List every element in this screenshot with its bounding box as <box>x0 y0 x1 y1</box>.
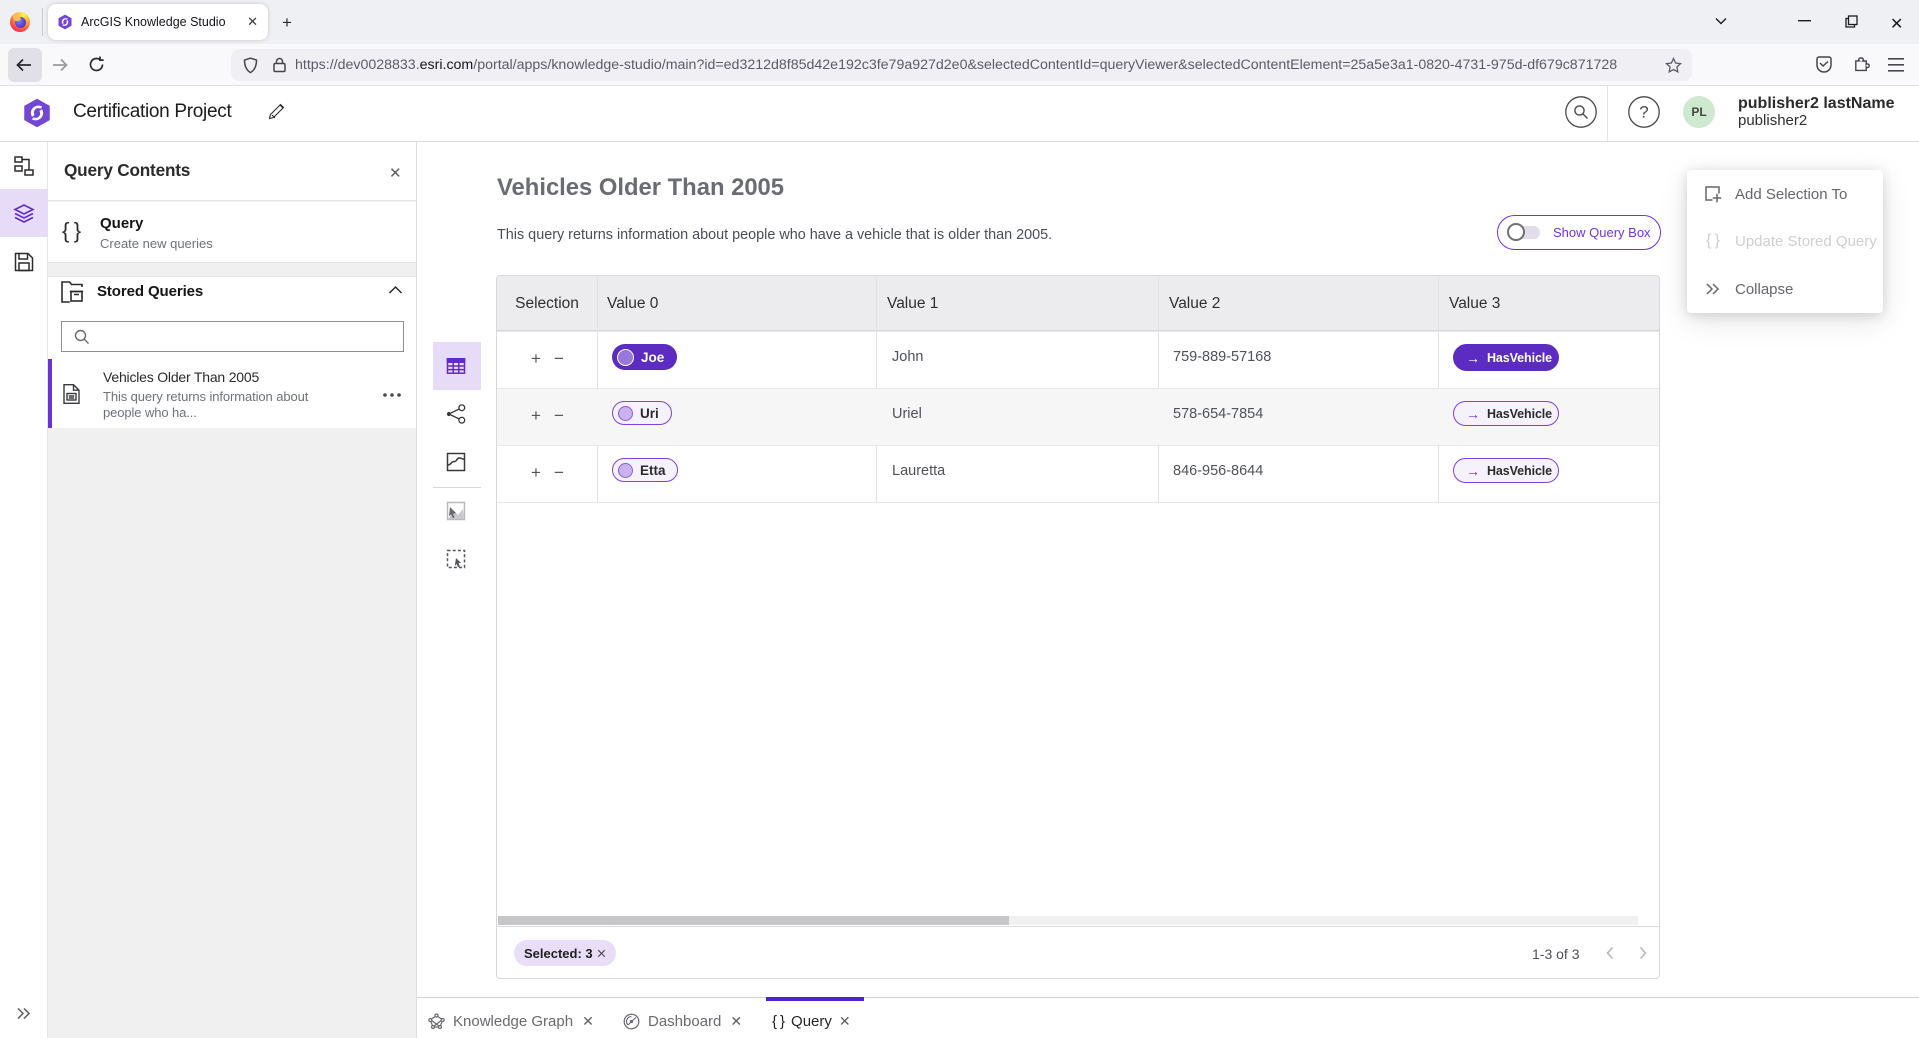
svg-text:?: ? <box>1639 103 1648 122</box>
